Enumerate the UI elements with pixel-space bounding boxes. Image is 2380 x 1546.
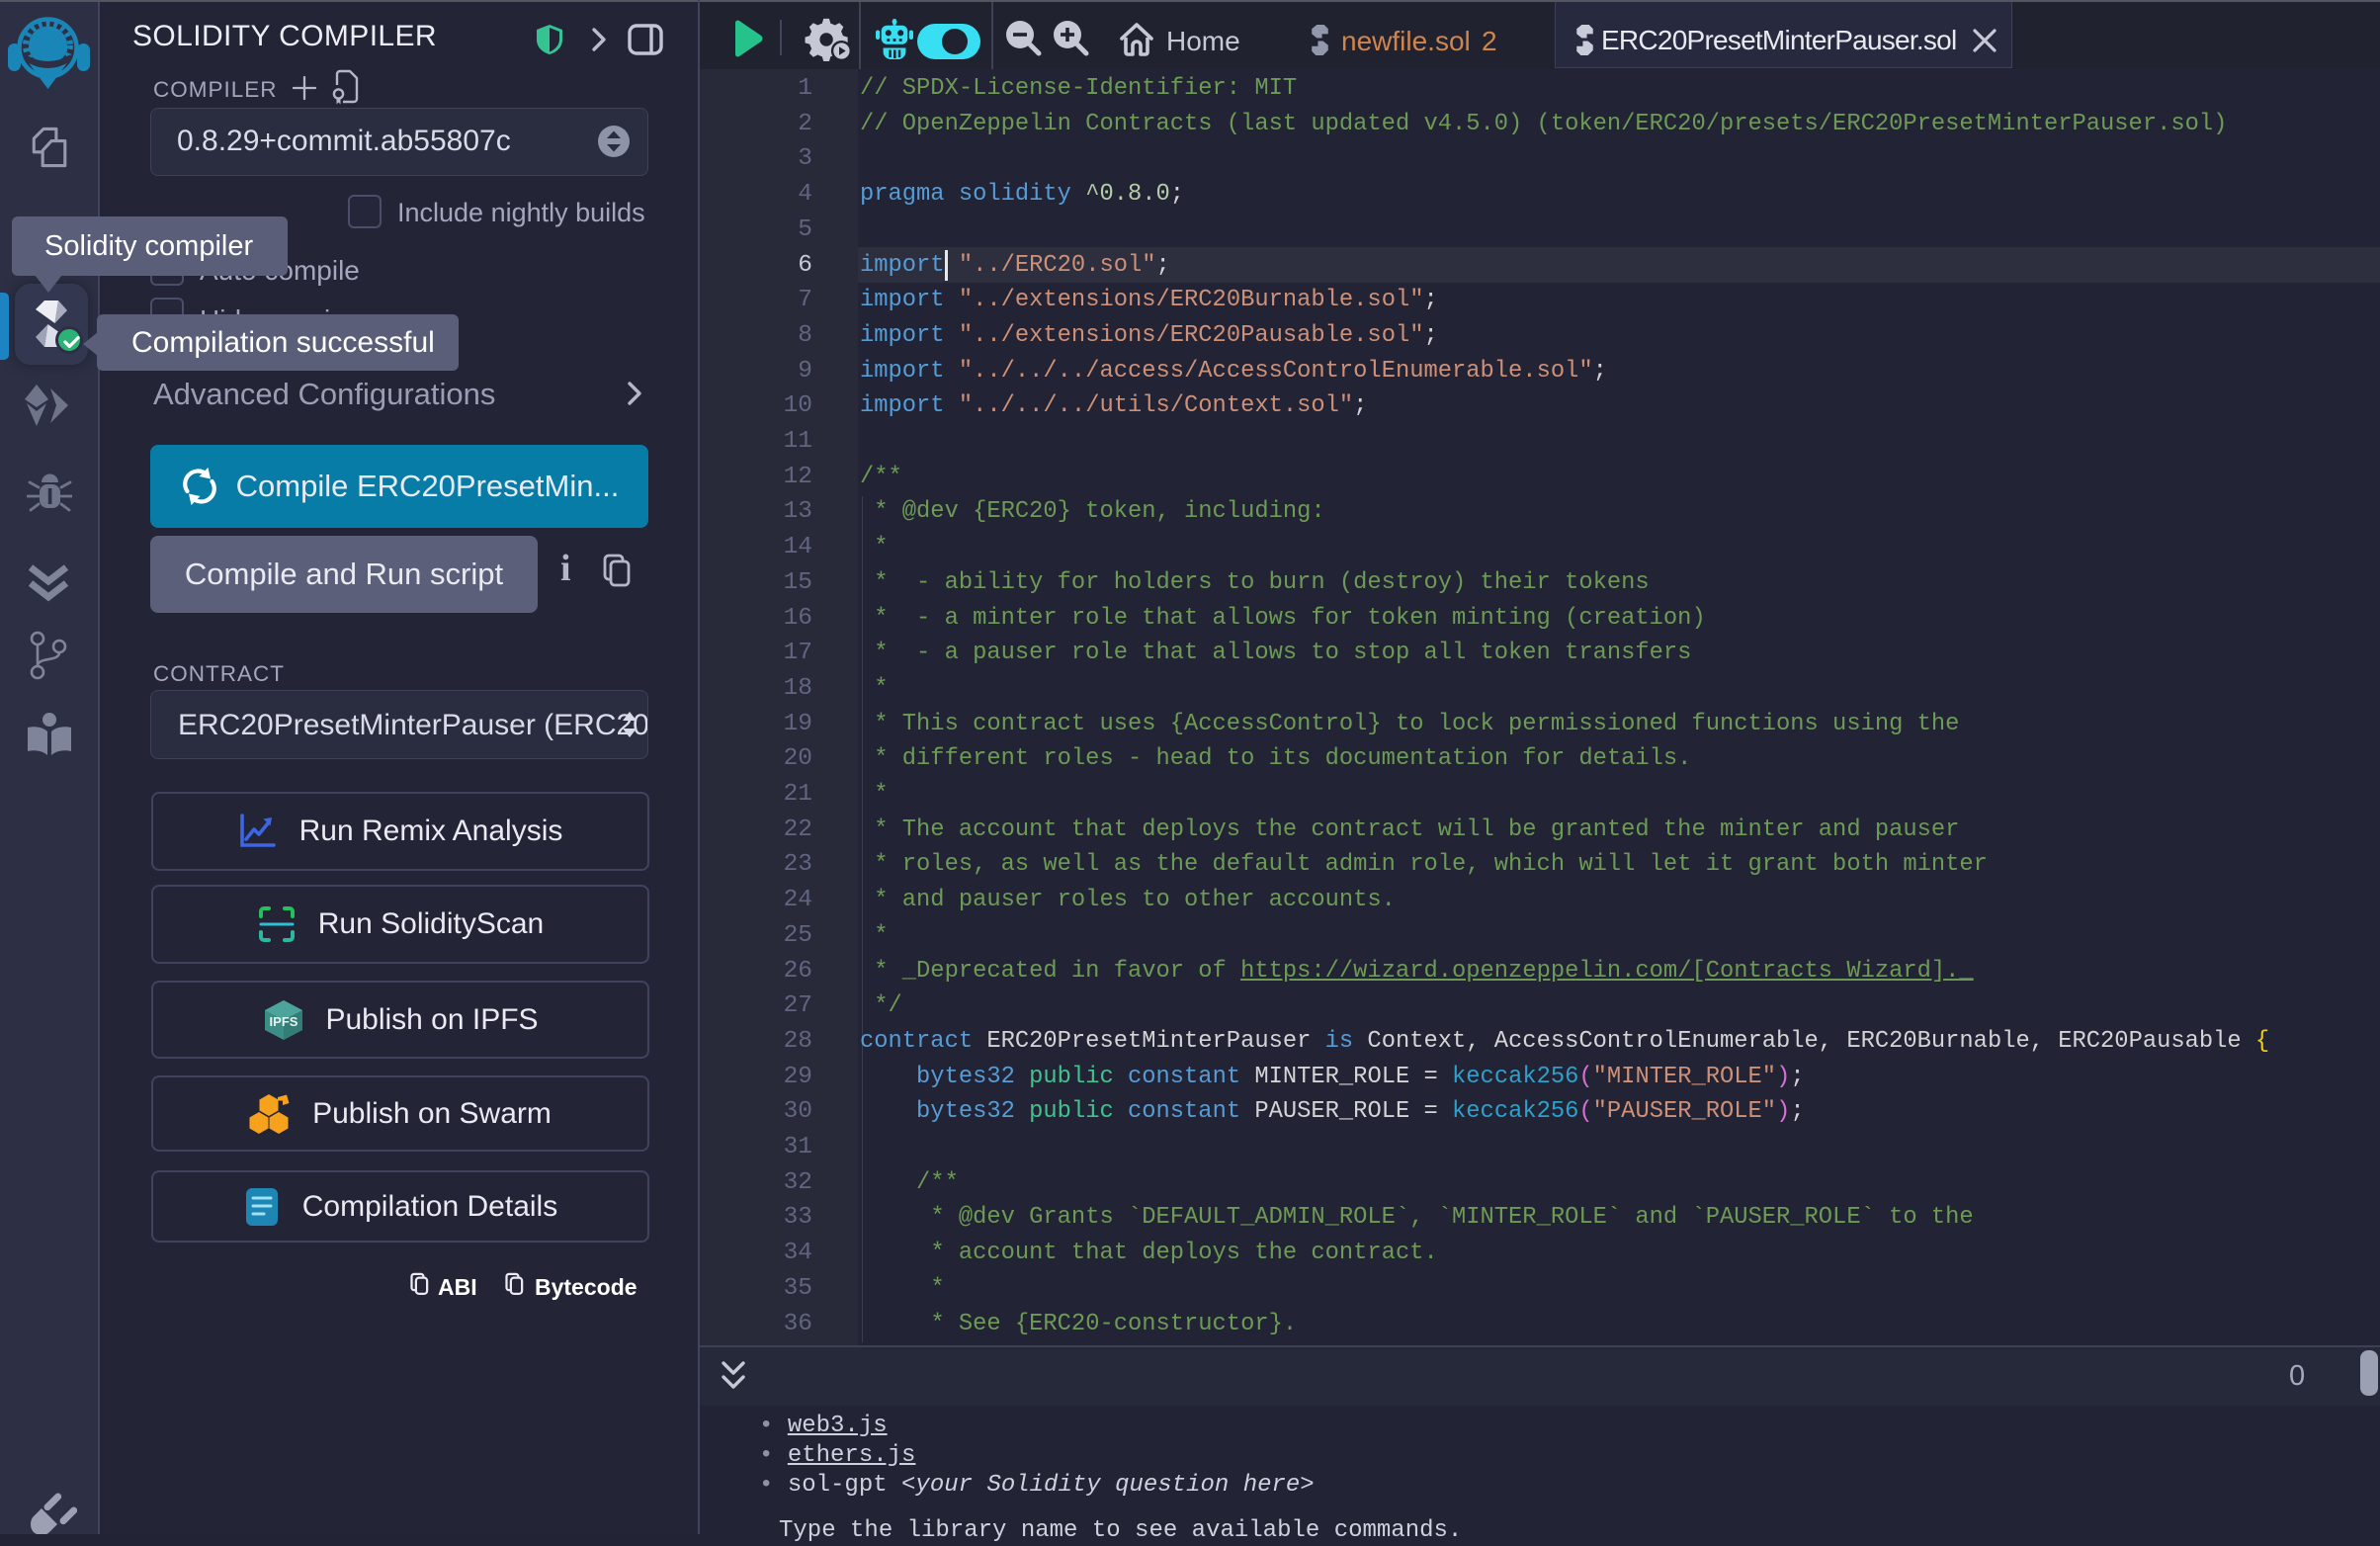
svg-text:IPFS: IPFS bbox=[270, 1014, 298, 1029]
